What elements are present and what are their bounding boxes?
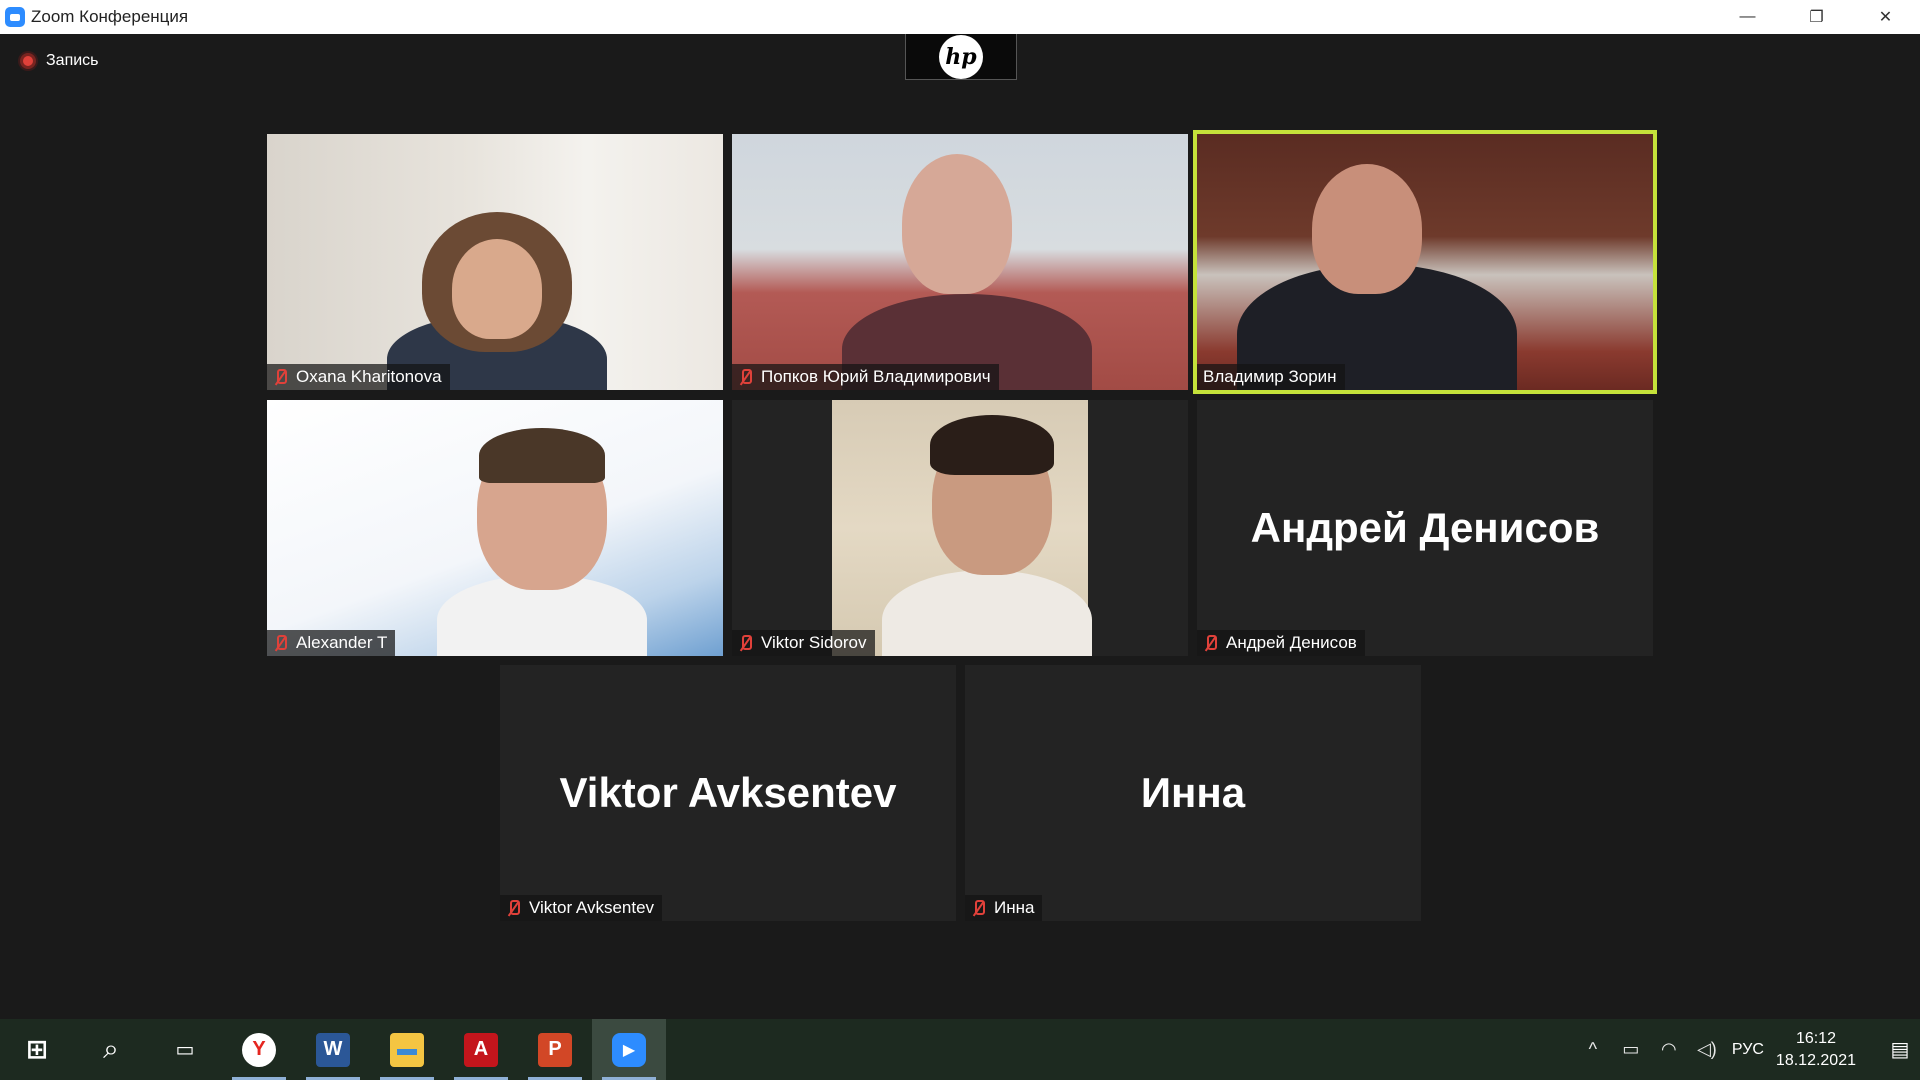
hp-badge: hp [905, 34, 1017, 80]
recording-indicator[interactable]: Запись [20, 52, 99, 70]
participant-display-name: Инна [1140, 769, 1246, 816]
taskbar-zoom[interactable]: ▶ [592, 1019, 666, 1080]
participant-nametag: Андрей Денисов [1197, 630, 1365, 656]
taskbar-acrobat[interactable]: A [444, 1019, 518, 1080]
zoom-icon: ▶ [612, 1032, 646, 1067]
acrobat-icon: A [464, 1032, 498, 1067]
volume-icon[interactable]: ◁) [1688, 1039, 1726, 1060]
chevron-up-icon[interactable]: ^ [1574, 1039, 1612, 1060]
windows-taskbar: ⊞ ⌕ ▭ Y W ▬ A P ▶ ^ ▭ ◠ ◁) РУС 16:12 18.… [0, 1019, 1920, 1080]
search-button[interactable]: ⌕ [74, 1019, 148, 1080]
hp-logo: hp [939, 34, 983, 79]
restore-button[interactable]: ❐ [1782, 0, 1851, 34]
clock-time: 16:12 [1795, 1029, 1836, 1047]
notification-center-icon: ▤ [1890, 1039, 1910, 1061]
yandex-browser-icon: Y [242, 1032, 276, 1067]
language-indicator[interactable]: РУС [1732, 1041, 1764, 1059]
window-controls: — ❐ ✕ [1713, 0, 1920, 34]
window-title: Zoom Конференция [31, 7, 189, 26]
video-tile-5[interactable]: Андрей Денисов Андрей Денисов [1197, 400, 1653, 656]
participant-nametag: Oxana Kharitonova [267, 364, 450, 390]
participant-nametag: Viktor Sidorov [732, 630, 875, 656]
participant-name: Попков Юрий Владимирович [761, 367, 991, 386]
zoom-app-icon [5, 7, 25, 27]
video-tile-1[interactable]: Попков Юрий Владимирович [732, 134, 1188, 390]
minimize-button[interactable]: — [1713, 0, 1782, 34]
taskbar-powerpoint[interactable]: P [518, 1019, 592, 1080]
wifi-icon[interactable]: ◠ [1650, 1039, 1688, 1060]
mic-muted-icon [738, 634, 752, 652]
task-view-icon: ▭ [175, 1039, 195, 1061]
video-tile-0[interactable]: Oxana Kharitonova [267, 134, 723, 390]
participant-name: Андрей Денисов [1226, 633, 1357, 652]
title-bar: Zoom Конференция — ❐ ✕ [0, 0, 1920, 34]
participant-nametag: Инна [965, 895, 1043, 921]
video-tile-2-active-speaker[interactable]: Владимир Зорин [1193, 130, 1657, 394]
taskbar-file-explorer[interactable]: ▬ [370, 1019, 444, 1080]
mic-muted-icon [506, 899, 520, 917]
video-tile-7[interactable]: Инна Инна [965, 665, 1421, 921]
powerpoint-icon: P [538, 1032, 572, 1067]
participant-display-name: Андрей Денисов [1250, 504, 1600, 551]
record-dot-icon [20, 53, 36, 69]
close-button[interactable]: ✕ [1851, 0, 1920, 34]
mic-muted-icon [273, 368, 287, 386]
system-tray: ^ ▭ ◠ ◁) РУС 16:12 18.12.2021 ▤ [1574, 1019, 1920, 1080]
participant-name: Viktor Sidorov [761, 633, 867, 652]
participant-nametag: Владимир Зорин [1197, 364, 1345, 390]
task-view-button[interactable]: ▭ [148, 1019, 222, 1080]
video-tile-6[interactable]: Viktor Avksentev Viktor Avksentev [500, 665, 956, 921]
battery-icon[interactable]: ▭ [1612, 1039, 1650, 1060]
mic-muted-icon [273, 634, 287, 652]
participant-nametag: Alexander T [267, 630, 396, 656]
participant-display-name: Viktor Avksentev [559, 769, 897, 816]
notifications-button[interactable]: ▤ [1880, 1019, 1920, 1080]
mic-muted-icon [971, 899, 985, 917]
video-tile-3[interactable]: Alexander T [267, 400, 723, 656]
start-button[interactable]: ⊞ [0, 1019, 74, 1080]
participant-nametag: Попков Юрий Владимирович [732, 364, 999, 390]
participant-name: Oxana Kharitonova [296, 367, 442, 386]
participant-name: Alexander T [296, 633, 388, 652]
video-tile-4[interactable]: Viktor Sidorov [732, 400, 1188, 656]
participant-nametag: Viktor Avksentev [500, 895, 663, 921]
taskbar-word[interactable]: W [296, 1019, 370, 1080]
clock-date: 18.12.2021 [1775, 1051, 1856, 1069]
participant-name: Инна [994, 898, 1035, 917]
participant-name: Viktor Avksentev [529, 898, 655, 917]
word-icon: W [316, 1032, 350, 1067]
meeting-area: Запись hp Oxana Kharitonova Попков Юрий … [0, 34, 1920, 1019]
windows-start-icon: ⊞ [26, 1034, 48, 1064]
participant-name: Владимир Зорин [1203, 367, 1337, 386]
mic-muted-icon [738, 368, 752, 386]
clock[interactable]: 16:12 18.12.2021 [1776, 1028, 1856, 1072]
search-icon: ⌕ [103, 1033, 119, 1064]
folder-icon: ▬ [390, 1032, 424, 1067]
recording-label: Запись [46, 52, 99, 69]
mic-muted-icon [1203, 634, 1217, 652]
taskbar-yandex-browser[interactable]: Y [222, 1019, 296, 1080]
